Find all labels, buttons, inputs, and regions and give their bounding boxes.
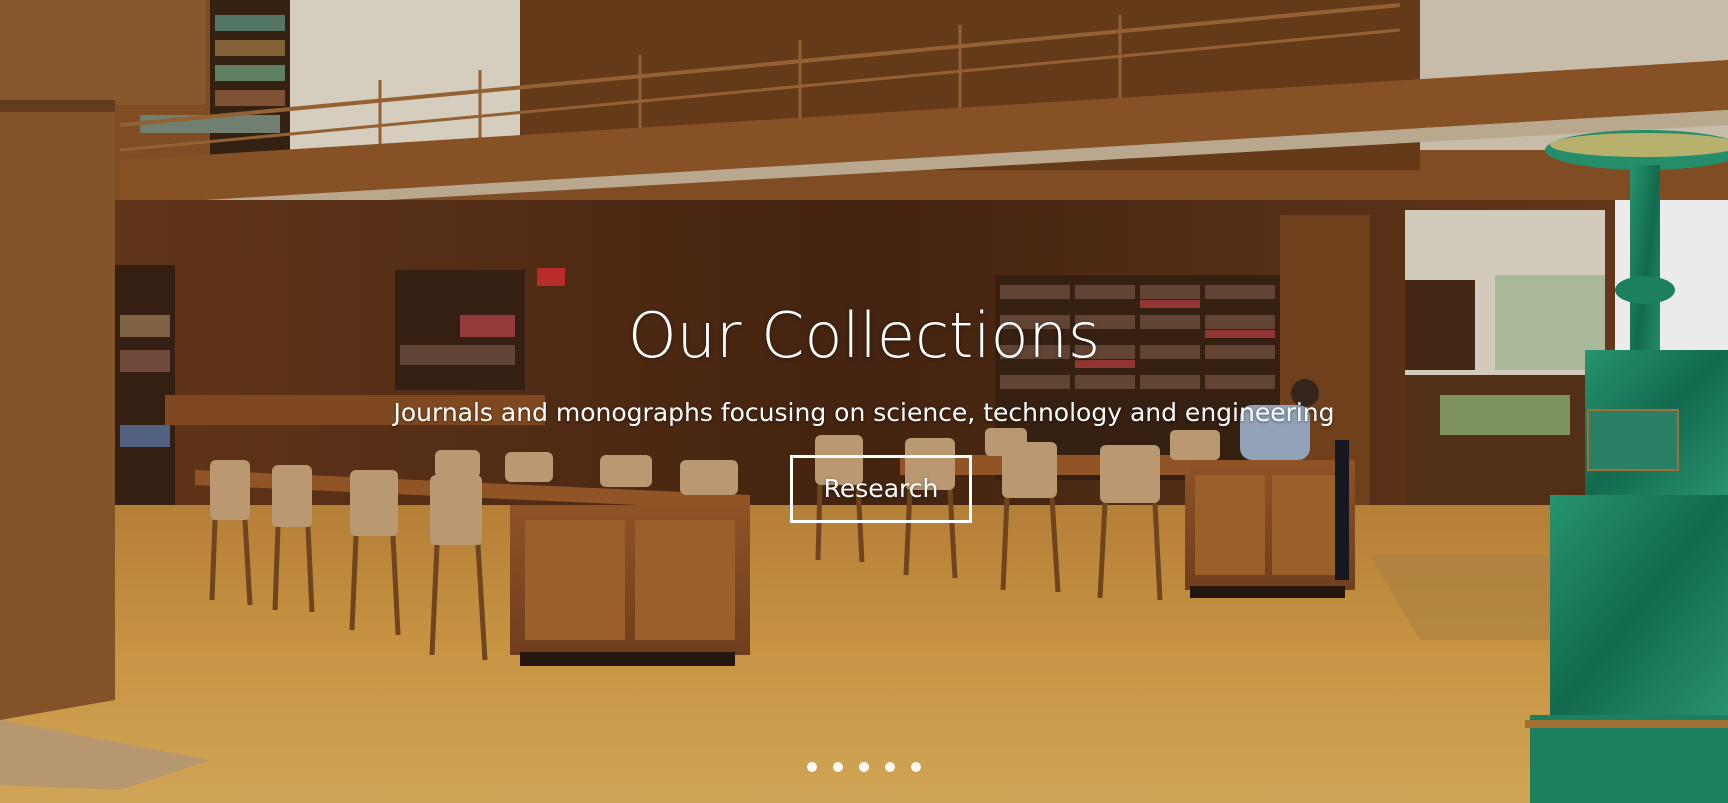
carousel-dot-5[interactable] [911,762,921,772]
carousel-dot-1[interactable] [807,762,817,772]
research-button[interactable]: Research [790,455,972,523]
carousel-indicators [0,762,1728,772]
carousel-dot-2[interactable] [833,762,843,772]
hero-carousel[interactable]: Our Collections Journals and monographs … [0,0,1728,803]
carousel-dot-3[interactable] [859,762,869,772]
library-reading-room-image [0,0,1728,803]
carousel-dot-4[interactable] [885,762,895,772]
